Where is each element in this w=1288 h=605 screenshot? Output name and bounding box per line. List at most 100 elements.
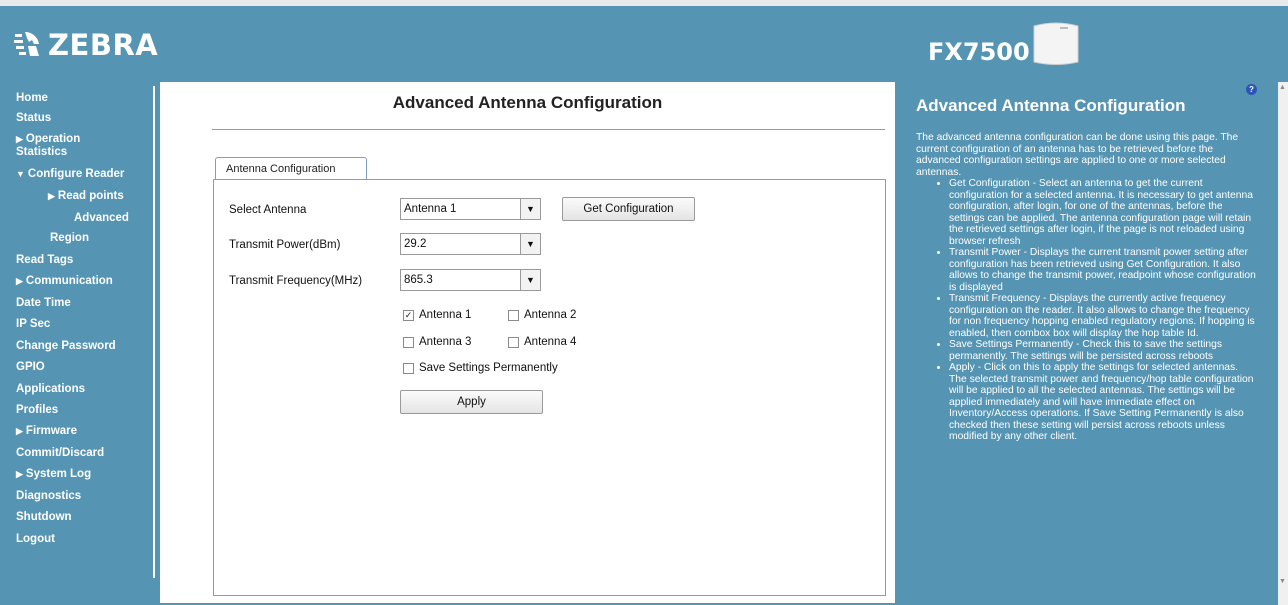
antenna-3-label: Antenna 3 — [419, 336, 472, 348]
help-icon[interactable]: ? — [1246, 84, 1257, 95]
sidebar-item-label: Communication — [25, 275, 113, 287]
zebra-head-icon — [12, 30, 42, 60]
caret-right-icon: ▶ — [48, 191, 55, 201]
sidebar-item-label: Configure Reader — [27, 168, 125, 180]
antenna-config-panel: Select Antenna Antenna 1 ▼ Get Configura… — [213, 179, 886, 596]
transmit-frequency-label: Transmit Frequency(MHz) — [229, 275, 363, 287]
main-content: Advanced Antenna Configuration Antenna C… — [160, 82, 895, 603]
antenna-1-checkbox[interactable]: ✓ Antenna 1 — [403, 309, 471, 321]
sidebar-item-label: Statistics — [16, 146, 68, 158]
sidebar-item-ip-sec[interactable]: IP Sec — [16, 318, 50, 330]
apply-button[interactable]: Apply — [400, 390, 543, 414]
zebra-logo: ZEBRA — [12, 28, 158, 62]
sidebar-item-home[interactable]: Home — [16, 92, 48, 104]
sidebar-item-communication[interactable]: ▶ Communication — [16, 275, 113, 287]
sidebar-nav: Home Status ▶ Operation Statistics ▼ Configure… — [14, 86, 155, 578]
help-title: Advanced Antenna Configuration — [916, 96, 1186, 115]
antenna-4-checkbox[interactable]: Antenna 4 — [508, 336, 576, 348]
checkbox-icon[interactable] — [508, 309, 519, 321]
help-intro: The advanced antenna configuration can b… — [916, 132, 1239, 178]
sidebar-item-label: System Log — [25, 468, 92, 480]
scroll-up-icon[interactable]: ▲ — [1279, 84, 1286, 91]
chevron-down-icon[interactable]: ▼ — [520, 199, 540, 219]
checkbox-icon[interactable] — [403, 336, 414, 348]
sidebar-item-diagnostics[interactable]: Diagnostics — [16, 490, 81, 502]
antenna-4-label: Antenna 4 — [524, 336, 577, 348]
chevron-down-icon[interactable]: ▼ — [520, 234, 540, 254]
sidebar-item-label: IP Sec — [16, 318, 51, 330]
sidebar-item-advanced[interactable]: Advanced — [74, 212, 129, 224]
transmit-frequency-combo[interactable]: 865.3 ▼ — [400, 269, 541, 291]
brand-name: ZEBRA — [48, 28, 159, 62]
sidebar-item-read-points[interactable]: ▶ Read points — [48, 190, 124, 202]
sidebar-item-region[interactable]: Region — [50, 232, 89, 244]
scrollbar[interactable]: ▲ ▼ — [1278, 82, 1288, 605]
tab-antenna-configuration[interactable]: Antenna Configuration — [215, 157, 367, 179]
antenna-2-label: Antenna 2 — [524, 309, 577, 321]
sidebar-item-profiles[interactable]: Profiles — [16, 404, 58, 416]
transmit-power-combo[interactable]: 29.2 ▼ — [400, 233, 541, 255]
sidebar-item-label: Diagnostics — [16, 490, 82, 502]
help-panel: ? Advanced Antenna Configuration The adv… — [904, 82, 1274, 603]
sidebar-item-firmware[interactable]: ▶ Firmware — [16, 425, 77, 437]
sidebar-item-label: Date Time — [16, 297, 71, 309]
sidebar-item-label: Shutdown — [16, 511, 72, 523]
checkbox-checked-icon[interactable]: ✓ — [403, 309, 414, 321]
sidebar-item-logout[interactable]: Logout — [16, 533, 55, 545]
transmit-frequency-value: 865.3 — [404, 274, 433, 286]
select-antenna-dropdown[interactable]: Antenna 1 ▼ — [400, 198, 541, 220]
help-item-save-settings: Save Settings Permanently - Check this t… — [949, 339, 1258, 362]
sidebar-item-label: Applications — [16, 383, 86, 395]
sidebar-item-statistics[interactable]: Statistics — [16, 146, 67, 158]
sidebar-item-applications[interactable]: Applications — [16, 383, 85, 395]
antenna-2-checkbox[interactable]: Antenna 2 — [508, 309, 576, 321]
save-permanently-label: Save Settings Permanently — [419, 362, 558, 374]
sidebar-item-label: Status — [16, 112, 52, 124]
reader-device-image — [1030, 18, 1082, 68]
caret-down-icon: ▼ — [16, 169, 25, 179]
sidebar-item-label: Commit/Discard — [16, 447, 105, 459]
chevron-down-icon[interactable]: ▼ — [520, 270, 540, 290]
sidebar-item-label: Change Password — [16, 340, 116, 352]
sidebar-item-status[interactable]: Status — [16, 112, 51, 124]
sidebar-item-commit-discard[interactable]: Commit/Discard — [16, 447, 104, 459]
help-body: The advanced antenna configuration can b… — [916, 132, 1258, 443]
sidebar-item-configure-reader[interactable]: ▼ Configure Reader — [16, 168, 124, 180]
antenna-3-checkbox[interactable]: Antenna 3 — [403, 336, 471, 348]
sidebar-item-operation[interactable]: ▶ Operation — [16, 133, 80, 145]
caret-right-icon: ▶ — [16, 426, 23, 436]
help-item-apply: Apply - Click on this to apply the setti… — [949, 362, 1258, 443]
sidebar-item-label: Read Tags — [16, 254, 74, 266]
sidebar-item-change-password[interactable]: Change Password — [16, 340, 116, 352]
help-list: Get Configuration - Select an antenna to… — [916, 178, 1258, 443]
sidebar-item-shutdown[interactable]: Shutdown — [16, 511, 72, 523]
caret-right-icon: ▶ — [16, 134, 23, 144]
sidebar-item-label: Operation — [25, 133, 81, 145]
sidebar-item-label: Home — [16, 92, 48, 104]
sidebar-item-date-time[interactable]: Date Time — [16, 297, 71, 309]
sidebar-item-read-tags[interactable]: Read Tags — [16, 254, 73, 266]
get-configuration-button[interactable]: Get Configuration — [562, 197, 695, 221]
help-item-transmit-power: Transmit Power - Displays the current tr… — [949, 247, 1258, 293]
caret-right-icon: ▶ — [16, 276, 23, 286]
sidebar-item-label: Profiles — [16, 404, 59, 416]
scroll-down-icon[interactable]: ▼ — [1279, 578, 1286, 585]
sidebar-item-label: Firmware — [25, 425, 78, 437]
caret-right-icon: ▶ — [16, 469, 23, 479]
antenna-1-label: Antenna 1 — [419, 309, 472, 321]
transmit-power-value: 29.2 — [404, 238, 427, 250]
checkbox-icon[interactable] — [508, 336, 519, 348]
select-antenna-label: Select Antenna — [229, 204, 307, 216]
select-antenna-value: Antenna 1 — [404, 203, 457, 215]
save-permanently-checkbox[interactable]: Save Settings Permanently — [403, 362, 558, 374]
sidebar-item-system-log[interactable]: ▶ System Log — [16, 468, 91, 480]
sidebar-item-label: Logout — [16, 533, 55, 545]
sidebar-item-label: Region — [50, 232, 89, 244]
help-item-transmit-frequency: Transmit Frequency - Displays the curren… — [949, 293, 1258, 339]
sidebar-item-label: Read points — [57, 190, 124, 202]
title-divider — [212, 129, 885, 130]
checkbox-icon[interactable] — [403, 362, 414, 374]
model-name: FX7500 — [928, 38, 1030, 66]
sidebar-item-gpio[interactable]: GPIO — [16, 361, 45, 373]
help-item-get-configuration: Get Configuration - Select an antenna to… — [949, 178, 1258, 247]
